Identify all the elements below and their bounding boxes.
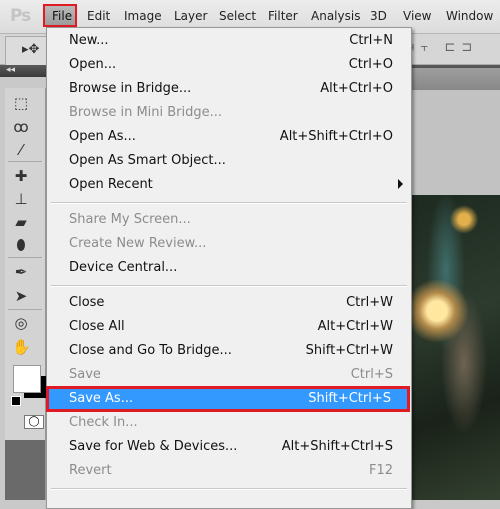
move-tool-icon: ▸✥ <box>22 42 40 57</box>
menu-separator <box>51 285 407 287</box>
menu-item-close[interactable]: Close Ctrl+W <box>47 291 411 315</box>
toolbox-divider <box>8 257 42 258</box>
menu-item-open-as[interactable]: Open As... Alt+Shift+Ctrl+O <box>47 125 411 149</box>
menu-item-close-all[interactable]: Close All Alt+Ctrl+W <box>47 315 411 339</box>
menu-analysis[interactable]: Analysis <box>311 9 360 23</box>
toolbox-divider <box>8 309 42 310</box>
menu-item-label: Device Central... <box>69 260 178 275</box>
eyedropper-tool-icon[interactable]: ⁄ <box>12 141 30 159</box>
menu-item-label: Close <box>69 295 105 310</box>
menu-item-browse-in-mini-bridge: Browse in Mini Bridge... <box>47 101 411 125</box>
tool-preset-picker[interactable]: ▸✥ <box>5 36 47 66</box>
menu-layer[interactable]: Layer <box>174 9 207 23</box>
quick-mask-button[interactable]: ◯ <box>24 415 44 429</box>
toolbox-footer <box>5 440 45 500</box>
menu-item-shortcut: Alt+Shift+Ctrl+S <box>281 439 393 454</box>
menu-item-share-my-screen: Share My Screen... <box>47 208 411 232</box>
menu-item-shortcut: Ctrl+N <box>349 33 393 48</box>
menu-item-shortcut: Ctrl+O <box>348 57 393 72</box>
menu-file[interactable]: File <box>43 4 77 27</box>
submenu-arrow-icon <box>398 179 403 189</box>
menu-item-shortcut: Alt+Ctrl+W <box>317 319 393 334</box>
path-selection-tool-icon[interactable]: ➤ <box>12 287 30 305</box>
menu-item-label: Check In... <box>69 415 138 430</box>
hand-tool-icon[interactable]: ✋ <box>12 338 31 356</box>
menu-item-save: Save Ctrl+S <box>47 363 411 387</box>
canvas-background <box>400 90 500 195</box>
menu-item-label: Revert <box>69 463 112 478</box>
menu-item-label: New... <box>69 33 109 48</box>
menu-item-browse-in-bridge[interactable]: Browse in Bridge... Alt+Ctrl+O <box>47 77 411 101</box>
menu-edit[interactable]: Edit <box>87 9 110 23</box>
foreground-color-swatch[interactable] <box>13 365 41 393</box>
clone-stamp-tool-icon[interactable]: ⊥ <box>12 190 30 208</box>
menu-window[interactable]: Window <box>446 9 493 23</box>
default-colors-icon[interactable] <box>11 396 21 406</box>
menu-item-shortcut: Shift+Ctrl+S <box>308 391 391 406</box>
menu-separator <box>51 202 407 204</box>
menu-item-label: Close and Go To Bridge... <box>69 343 232 358</box>
lasso-tool-icon[interactable]: ꝏ <box>12 118 30 136</box>
menu-item-shortcut: Shift+Ctrl+W <box>305 343 393 358</box>
menu-item-label: Open As... <box>69 129 136 144</box>
document-image[interactable] <box>410 195 500 500</box>
menu-item-open-as-smart-object[interactable]: Open As Smart Object... <box>47 149 411 173</box>
menu-item-revert: Revert F12 <box>47 459 411 483</box>
menu-item-label: Open As Smart Object... <box>69 153 226 168</box>
menu-view[interactable]: View <box>403 9 431 23</box>
marquee-tool-icon[interactable]: ⬚ <box>12 94 30 112</box>
menu-item-shortcut: Alt+Shift+Ctrl+O <box>279 129 393 144</box>
document-tab-bar <box>400 68 500 91</box>
blur-tool-icon[interactable]: ⬮ <box>12 236 30 254</box>
align-icons[interactable]: ⫞⫟ ⊏⊐ <box>408 40 478 55</box>
eraser-tool-icon[interactable]: ▰ <box>12 213 30 231</box>
menu-item-label: Browse in Mini Bridge... <box>69 105 223 120</box>
menu-item-label: Create New Review... <box>69 236 207 251</box>
collapse-panel-icon[interactable]: ◂◂ <box>6 65 15 75</box>
menu-item-label: Share My Screen... <box>69 212 191 227</box>
menu-item-new[interactable]: New... Ctrl+N <box>47 29 411 53</box>
healing-brush-tool-icon[interactable]: ✚ <box>12 167 30 185</box>
menu-item-check-in: Check In... <box>47 411 411 435</box>
menu-3d[interactable]: 3D <box>370 9 387 23</box>
menu-item-save-as[interactable]: Save As... Shift+Ctrl+S <box>46 386 410 412</box>
menu-item-close-and-go-to-bridge[interactable]: Close and Go To Bridge... Shift+Ctrl+W <box>47 339 411 363</box>
menu-item-save-for-web-devices[interactable]: Save for Web & Devices... Alt+Shift+Ctrl+… <box>47 435 411 459</box>
menu-item-label: Open Recent <box>69 177 153 192</box>
menu-item-label: Close All <box>69 319 125 334</box>
pen-tool-icon[interactable]: ✒ <box>12 263 30 281</box>
menu-filter[interactable]: Filter <box>268 9 298 23</box>
menu-item-label: Browse in Bridge... <box>69 81 192 96</box>
menu-item-device-central[interactable]: Device Central... <box>47 256 411 280</box>
menu-item-shortcut: Alt+Ctrl+O <box>320 81 393 96</box>
menu-item-shortcut: F12 <box>368 463 393 478</box>
menu-item-shortcut: Ctrl+S <box>350 367 393 382</box>
menu-image[interactable]: Image <box>124 9 162 23</box>
menu-item-open[interactable]: Open... Ctrl+O <box>47 53 411 77</box>
toolbox-divider <box>8 161 42 162</box>
3d-rotate-tool-icon[interactable]: ◎ <box>12 314 30 332</box>
menu-item-open-recent[interactable]: Open Recent <box>47 173 411 197</box>
menu-item-create-new-review: Create New Review... <box>47 232 411 256</box>
menu-item-label: Save As... <box>69 391 134 406</box>
menu-separator <box>51 488 407 490</box>
photoshop-logo: Ps <box>10 6 31 26</box>
menu-item-label: Open... <box>69 57 117 72</box>
file-menu-dropdown: New... Ctrl+N Open... Ctrl+O Browse in Bridg… <box>46 27 412 509</box>
menu-select[interactable]: Select <box>219 9 256 23</box>
menu-item-shortcut: Ctrl+W <box>346 295 393 310</box>
menu-item-label: Save for Web & Devices... <box>69 439 238 454</box>
menu-item-label: Save <box>69 367 101 382</box>
